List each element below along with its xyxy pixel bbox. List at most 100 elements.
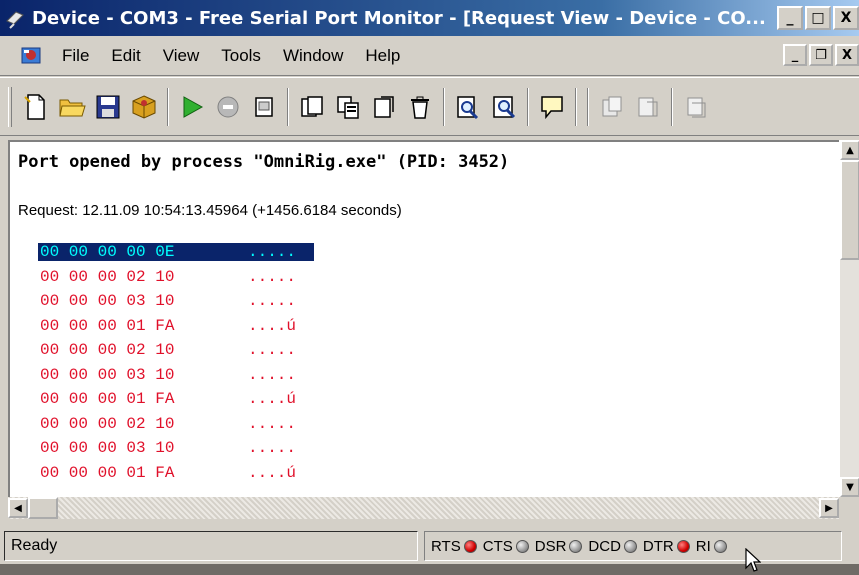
request-view-pane[interactable]: Port opened by process "OmniRig.exe" (PI…: [8, 140, 839, 497]
signal-label: RI: [695, 537, 711, 555]
clear-button[interactable]: [246, 89, 282, 125]
minimize-icon: _: [786, 10, 794, 26]
port-settings-icon: [687, 97, 706, 117]
mdi-restore-icon: ❐: [815, 47, 827, 63]
open-button[interactable]: [54, 89, 90, 125]
dump-view-button[interactable]: [366, 89, 402, 125]
new-button[interactable]: [18, 89, 54, 125]
hex-row[interactable]: 00 00 00 01 FA ....ú: [38, 387, 314, 412]
request-view-icon: [301, 95, 323, 117]
hex-row[interactable]: 00 00 00 02 10.....: [38, 338, 314, 363]
ascii-chars: ....ú: [248, 316, 297, 335]
clear-icon: [255, 96, 273, 117]
menu-file[interactable]: File: [62, 46, 89, 66]
led-on-icon: [676, 539, 690, 553]
maximize-button[interactable]: □: [805, 6, 831, 30]
hex-bytes: 00 00 00 01 FA: [40, 316, 175, 335]
signal-label: DSR: [534, 537, 567, 555]
hex-row[interactable]: 00 00 00 03 10.....: [38, 289, 314, 314]
save-icon: [96, 95, 120, 118]
request-view-button[interactable]: [294, 89, 330, 125]
port-settings-button[interactable]: [678, 89, 714, 125]
comment-icon: [541, 95, 563, 119]
mdi-minimize-button[interactable]: _: [783, 44, 807, 66]
find-next-icon: [493, 95, 516, 118]
mdi-close-icon: X: [841, 47, 853, 63]
hex-row[interactable]: 00 00 00 01 FA ....ú: [38, 461, 314, 486]
scroll-down-button[interactable]: ▼: [840, 477, 859, 497]
comment-button[interactable]: [534, 89, 570, 125]
signal-rts: RTS: [431, 538, 477, 555]
hex-row[interactable]: 00 00 00 03 10.....: [38, 363, 314, 388]
menu-tools[interactable]: Tools: [221, 46, 261, 66]
hex-bytes: 00 00 00 01 FA: [40, 463, 175, 482]
hex-bytes: 00 00 00 03 10: [40, 439, 175, 458]
open-folder-icon: [59, 99, 86, 116]
mdi-restore-button[interactable]: ❐: [809, 44, 833, 66]
status-text: Ready: [4, 531, 418, 561]
package-button[interactable]: [126, 89, 162, 125]
signal-label: DTR: [642, 537, 674, 555]
scroll-right-button[interactable]: ▶: [819, 498, 839, 518]
package-icon: [132, 94, 156, 119]
led-off-icon: [569, 539, 583, 553]
hex-row[interactable]: 00 00 00 02 10.....: [38, 265, 314, 290]
minimize-button[interactable]: _: [777, 6, 803, 30]
hex-row[interactable]: 00 00 00 02 10.....: [38, 412, 314, 437]
hex-row[interactable]: 00 00 00 03 10.....: [38, 436, 314, 461]
ascii-chars: .....: [248, 414, 297, 433]
toolbar-separator: [287, 87, 289, 126]
ascii-chars: .....: [248, 267, 297, 286]
modem-signals-icon: [638, 97, 658, 116]
led-off-icon: [515, 539, 529, 553]
menu-view[interactable]: View: [163, 46, 200, 66]
hex-bytes: 00 00 00 01 FA: [40, 390, 175, 409]
vertical-scrollbar[interactable]: ▲ ▼: [839, 140, 859, 497]
start-play-icon: [183, 95, 204, 118]
led-on-icon: [463, 539, 477, 553]
app-icon: [4, 7, 26, 29]
stop-button[interactable]: [210, 89, 246, 125]
find-next-button[interactable]: [486, 89, 522, 125]
horizontal-scroll-thumb[interactable]: [28, 497, 58, 519]
mdi-close-button[interactable]: X: [835, 44, 859, 66]
close-button[interactable]: X: [833, 6, 859, 30]
modem-signals-button[interactable]: [630, 89, 666, 125]
hex-dump: 00 00 00 00 0E..... 00 00 00 02 10..... …: [38, 240, 314, 485]
document-window-icon[interactable]: [20, 45, 44, 67]
delete-button[interactable]: [402, 89, 438, 125]
signal-cts: CTS: [483, 538, 529, 555]
modem-signals: RTS CTS DSR DCD DTR RI: [424, 531, 842, 561]
ascii-chars: ....ú: [248, 390, 297, 409]
hex-row[interactable]: 00 00 00 01 FA ....ú: [38, 314, 314, 339]
signal-dtr: DTR: [643, 538, 690, 555]
ascii-chars: .....: [248, 243, 314, 262]
save-button[interactable]: [90, 89, 126, 125]
scroll-up-button[interactable]: ▲: [840, 140, 859, 160]
maximize-icon: □: [811, 10, 825, 26]
ascii-chars: ....ú: [248, 463, 297, 482]
mouse-cursor-icon: [745, 547, 762, 575]
port-opened-message: Port opened by process "OmniRig.exe" (PI…: [18, 152, 510, 172]
window-title: Device - COM3 - Free Serial Port Monitor…: [32, 7, 766, 29]
start-button[interactable]: [174, 89, 210, 125]
find-button[interactable]: [450, 89, 486, 125]
title-bar[interactable]: Device - COM3 - Free Serial Port Monitor…: [0, 0, 859, 36]
send-data-icon: [602, 96, 622, 116]
menu-edit[interactable]: Edit: [111, 46, 140, 66]
scroll-left-button[interactable]: ◀: [8, 498, 28, 518]
horizontal-scrollbar[interactable]: ◀ ▶: [8, 497, 839, 519]
arrow-up-icon: ▲: [846, 144, 854, 156]
ascii-chars: .....: [248, 341, 297, 360]
hex-row[interactable]: 00 00 00 00 0E.....: [38, 240, 314, 265]
hex-bytes: 00 00 00 02 10: [40, 341, 175, 360]
menu-window[interactable]: Window: [283, 46, 343, 66]
menu-help[interactable]: Help: [365, 46, 400, 66]
signal-dsr: DSR: [535, 538, 583, 555]
send-data-button[interactable]: [594, 89, 630, 125]
trash-icon: [411, 96, 429, 119]
copy-view-button[interactable]: [330, 89, 366, 125]
toolbar-separator: [671, 87, 673, 126]
vertical-scroll-thumb[interactable]: [840, 160, 859, 260]
toolbar-grip[interactable]: [8, 86, 12, 127]
